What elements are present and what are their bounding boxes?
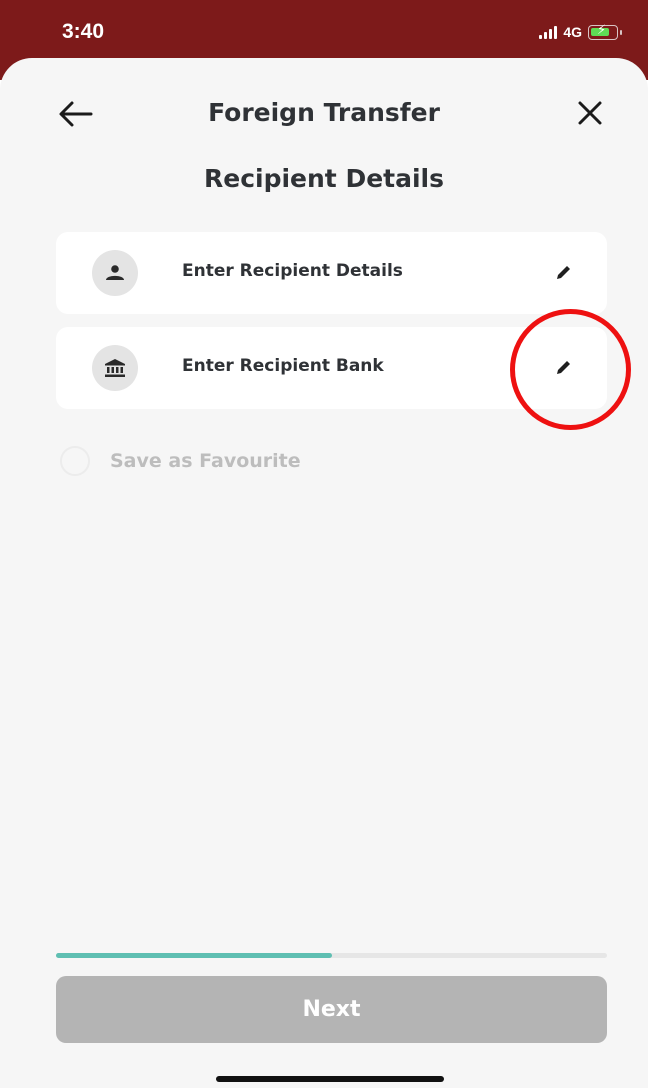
recipient-details-card[interactable]: Enter Recipient Details [56, 232, 607, 314]
save-favourite-option[interactable]: Save as Favourite [60, 446, 301, 476]
highlight-circle-annotation [510, 309, 631, 430]
recipient-details-label: Enter Recipient Details [182, 261, 403, 281]
edit-recipient-details-button[interactable] [552, 262, 574, 284]
bank-icon [105, 359, 125, 377]
status-time: 3:40 [62, 20, 105, 43]
signal-icon [539, 25, 558, 39]
favourite-radio[interactable] [60, 446, 90, 476]
progress-fill [56, 953, 332, 958]
progress-bar [56, 953, 607, 958]
battery-charging-icon: ⚡ [588, 23, 622, 40]
page-title: Foreign Transfer [208, 98, 440, 127]
next-button[interactable]: Next [56, 976, 607, 1043]
recipient-bank-label: Enter Recipient Bank [182, 356, 384, 376]
home-indicator [216, 1076, 444, 1082]
status-indicators: 4G ⚡ [539, 22, 622, 42]
close-icon [578, 101, 602, 125]
bank-avatar [92, 345, 138, 391]
content-sheet [0, 58, 648, 1088]
network-label: 4G [563, 24, 582, 40]
person-icon [106, 265, 124, 280]
favourite-label: Save as Favourite [110, 450, 301, 472]
recipient-avatar [92, 250, 138, 296]
pencil-icon [557, 266, 570, 279]
close-button[interactable] [575, 98, 605, 128]
section-title: Recipient Details [203, 164, 444, 193]
